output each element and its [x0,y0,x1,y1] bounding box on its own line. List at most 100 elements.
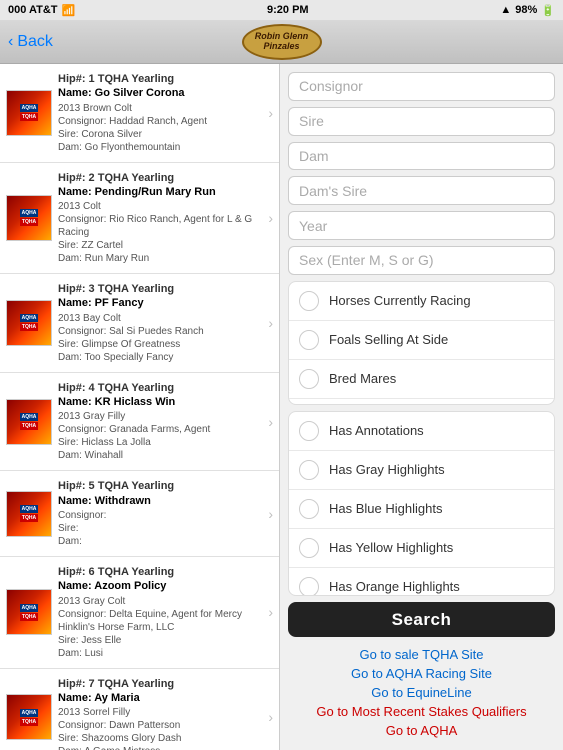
dam-input[interactable] [288,142,555,171]
horse-logo: AQHA TQHA [6,90,52,136]
logo-text: Robin GlennPinzales [255,32,309,52]
list-item[interactable]: AQHA TQHA Hip#: 3 TQHA YearlingName: PF … [0,274,279,373]
link-item[interactable]: Go to AQHA Racing Site [288,666,555,681]
list-item[interactable]: AQHA TQHA Hip#: 5 TQHA YearlingName: Wit… [0,471,279,557]
horse-title: Hip#: 5 TQHA YearlingName: Withdrawn [58,479,264,508]
filter-label: Has Blue Highlights [329,501,442,516]
filter-item[interactable]: Has Orange Highlights [289,568,554,597]
filter-label: Has Gray Highlights [329,462,445,477]
chevron-right-icon: › [268,506,273,522]
list-item[interactable]: AQHA TQHA Hip#: 7 TQHA YearlingName: Ay … [0,669,279,750]
chevron-right-icon: › [268,414,273,430]
horse-logo: AQHA TQHA [6,399,52,445]
radio-button[interactable] [299,291,319,311]
filter-item[interactable]: Bred Mares [289,360,554,399]
radio-button[interactable] [299,421,319,441]
dams-sire-input[interactable] [288,176,555,205]
filter-label: Has Orange Highlights [329,579,460,594]
filter-item[interactable]: Has Blue Highlights [289,490,554,529]
battery-label: 98% [515,4,537,16]
status-time: 9:20 PM [267,4,309,16]
filter-section-2: Has Annotations Has Gray Highlights Has … [288,411,555,597]
horse-logo: AQHA TQHA [6,491,52,537]
horse-title: Hip#: 1 TQHA YearlingName: Go Silver Cor… [58,72,264,101]
list-item[interactable]: AQHA TQHA Hip#: 4 TQHA YearlingName: KR … [0,373,279,472]
list-item[interactable]: AQHA TQHA Hip#: 1 TQHA YearlingName: Go … [0,64,279,163]
horse-list[interactable]: AQHA TQHA Hip#: 1 TQHA YearlingName: Go … [0,64,280,750]
horse-detail: 2013 Gray ColtConsignor: Delta Equine, A… [58,595,264,660]
horse-detail: 2013 Gray FillyConsignor: Granada Farms,… [58,410,264,462]
horse-info: Hip#: 7 TQHA YearlingName: Ay Maria 2013… [58,677,264,750]
horse-info: Hip#: 4 TQHA YearlingName: KR Hiclass Wi… [58,381,264,463]
filter-item[interactable]: Horses Currently Racing [289,282,554,321]
filter-label: Horses Currently Racing [329,293,471,308]
filter-label: Foals Selling At Side [329,332,448,347]
sire-input[interactable] [288,107,555,136]
wifi-icon: 📶 [62,4,76,17]
filter-label: Bred Mares [329,371,396,386]
horse-info: Hip#: 3 TQHA YearlingName: PF Fancy 2013… [58,282,264,364]
radio-button[interactable] [299,460,319,480]
link-item[interactable]: Go to sale TQHA Site [288,647,555,662]
horse-info: Hip#: 6 TQHA YearlingName: Azoom Policy … [58,565,264,660]
filter-label: Has Yellow Highlights [329,540,453,555]
search-button[interactable]: Search [288,602,555,637]
chevron-right-icon: › [268,604,273,620]
filter-item[interactable]: Has Annotations [289,412,554,451]
radio-button[interactable] [299,499,319,519]
consignor-input[interactable] [288,72,555,101]
horse-detail: 2013 Sorrel FillyConsignor: Dawn Patters… [58,706,264,750]
link-item[interactable]: Go to EquineLine [288,685,555,700]
status-right: ▲ 98% 🔋 [500,4,555,17]
links-section: Go to sale TQHA Site Go to AQHA Racing Si… [288,643,555,742]
horse-info: Hip#: 2 TQHA YearlingName: Pending/Run M… [58,171,264,266]
list-item[interactable]: AQHA TQHA Hip#: 6 TQHA YearlingName: Azo… [0,557,279,669]
filter-item[interactable]: AQHA Challenge Nominated [289,399,554,405]
horse-detail: 2013 Brown ColtConsignor: Haddad Ranch, … [58,102,264,154]
main-layout: AQHA TQHA Hip#: 1 TQHA YearlingName: Go … [0,64,563,750]
horse-title: Hip#: 6 TQHA YearlingName: Azoom Policy [58,565,264,594]
horse-detail: 2013 ColtConsignor: Rio Rico Ranch, Agen… [58,200,264,265]
chevron-right-icon: › [268,105,273,121]
logo-oval: Robin GlennPinzales [242,24,322,60]
chevron-right-icon: › [268,709,273,725]
list-item[interactable]: AQHA TQHA Hip#: 2 TQHA YearlingName: Pen… [0,163,279,275]
radio-button[interactable] [299,538,319,558]
filter-section-1: Horses Currently Racing Foals Selling At… [288,281,555,405]
horse-logo: AQHA TQHA [6,694,52,740]
nav-bar: ‹ Back Robin GlennPinzales [0,20,563,64]
radio-button[interactable] [299,330,319,350]
sex-input[interactable] [288,246,555,275]
horse-detail: Consignor:Sire:Dam: [58,509,264,548]
filter-item[interactable]: Has Yellow Highlights [289,529,554,568]
link-item[interactable]: Go to AQHA [288,723,555,738]
carrier-label: 000 AT&T [8,4,58,16]
horse-detail: 2013 Bay ColtConsignor: Sal Si Puedes Ra… [58,312,264,364]
status-bar: 000 AT&T 📶 9:20 PM ▲ 98% 🔋 [0,0,563,20]
horse-title: Hip#: 3 TQHA YearlingName: PF Fancy [58,282,264,311]
chevron-right-icon: › [268,210,273,226]
back-label: Back [17,33,53,51]
horse-logo: AQHA TQHA [6,300,52,346]
radio-button[interactable] [299,577,319,597]
filter-item[interactable]: Foals Selling At Side [289,321,554,360]
link-item[interactable]: Go to Most Recent Stakes Qualifiers [288,704,555,719]
horse-logo: AQHA TQHA [6,589,52,635]
logo: Robin GlennPinzales [242,24,322,60]
filter-label: Has Annotations [329,423,424,438]
status-left: 000 AT&T 📶 [8,4,75,17]
horse-title: Hip#: 7 TQHA YearlingName: Ay Maria [58,677,264,706]
horse-logo: AQHA TQHA [6,195,52,241]
radio-button[interactable] [299,369,319,389]
signal-icon: ▲ [500,4,511,16]
year-input[interactable] [288,211,555,240]
horse-title: Hip#: 2 TQHA YearlingName: Pending/Run M… [58,171,264,200]
chevron-right-icon: › [268,315,273,331]
horse-info: Hip#: 5 TQHA YearlingName: Withdrawn Con… [58,479,264,548]
horse-info: Hip#: 1 TQHA YearlingName: Go Silver Cor… [58,72,264,154]
battery-icon: 🔋 [541,4,555,17]
filter-item[interactable]: Has Gray Highlights [289,451,554,490]
back-button[interactable]: ‹ Back [8,33,53,51]
chevron-left-icon: ‹ [8,33,13,51]
search-panel: Horses Currently Racing Foals Selling At… [280,64,563,750]
